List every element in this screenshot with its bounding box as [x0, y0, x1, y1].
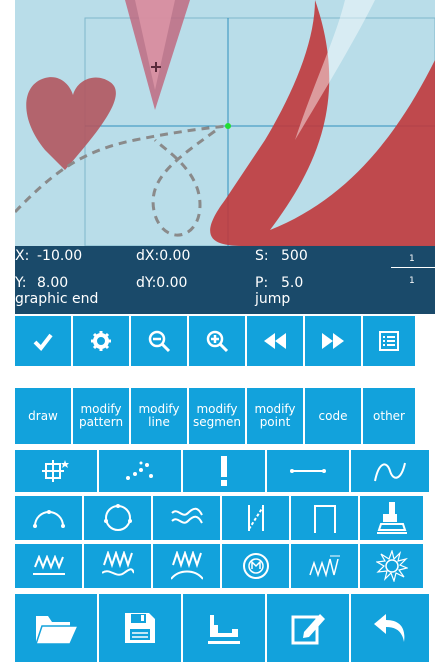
x-value: -10.00 — [37, 248, 83, 264]
forward-button[interactable] — [305, 316, 361, 366]
action-row — [15, 594, 429, 662]
polyline-dots-icon — [126, 461, 153, 480]
circle-icon — [103, 504, 132, 531]
list-icon — [379, 331, 399, 351]
zigzag-arc-button[interactable] — [153, 544, 220, 588]
alert-tool-button[interactable] — [183, 450, 265, 492]
code-button[interactable]: code — [305, 388, 361, 444]
draw-button[interactable]: draw — [15, 388, 71, 444]
s-value: 500 — [281, 248, 308, 264]
point-tool-button[interactable] — [15, 450, 97, 492]
circle-m-icon — [242, 553, 269, 579]
dy-readout: dY:0.00 — [136, 275, 188, 291]
y-value: 8.00 — [37, 275, 69, 291]
other-button[interactable]: other — [363, 388, 415, 444]
curve-tool-button[interactable] — [351, 450, 429, 492]
p-label: P: — [255, 275, 269, 291]
zoom-out-icon — [148, 330, 171, 353]
sewing-machine-button[interactable] — [183, 594, 265, 662]
fast-forward-icon — [322, 333, 344, 349]
rectangle-tool-button[interactable] — [291, 496, 358, 540]
stitch-mode: jump — [255, 291, 291, 307]
rewind-icon — [264, 333, 286, 349]
modify-point-button[interactable]: modify point — [247, 388, 303, 444]
menu-row: draw modify pattern modify line modify s… — [15, 388, 415, 444]
zoom-in-icon — [206, 330, 229, 353]
modify-pattern-button[interactable]: modify pattern — [73, 388, 129, 444]
presser-foot-icon — [376, 502, 407, 534]
modify-segment-label-2: segmen — [193, 415, 241, 429]
confirm-button[interactable] — [15, 316, 71, 366]
list-button[interactable] — [363, 316, 415, 366]
toolbar-row — [15, 316, 415, 366]
other-label: other — [373, 408, 405, 423]
diagonal-line-icon — [247, 505, 264, 531]
undo-arrow-icon — [374, 614, 405, 642]
x-label: X: — [15, 248, 30, 264]
back-button[interactable] — [351, 594, 429, 662]
ratio-top: 1 — [409, 254, 415, 264]
gear-icon — [91, 331, 111, 351]
modify-pattern-label-2: pattern — [78, 415, 124, 429]
wave-tool-button[interactable] — [153, 496, 220, 540]
left-margin — [0, 314, 14, 666]
modify-segment-button[interactable]: modify segmen — [189, 388, 245, 444]
target-point-icon — [42, 460, 69, 482]
draw-label: draw — [28, 408, 58, 423]
rewind-button[interactable] — [247, 316, 303, 366]
zoom-out-button[interactable] — [131, 316, 187, 366]
circle-stitch-button[interactable] — [222, 544, 289, 588]
modify-line-label-2: line — [148, 415, 170, 429]
p-value: 5.0 — [281, 275, 304, 291]
multi-stitch-button[interactable] — [291, 544, 358, 588]
edit-pencil-icon — [291, 614, 325, 645]
settings-button[interactable] — [73, 316, 129, 366]
parallel-tool-button[interactable] — [222, 496, 289, 540]
zigzag-straight-button[interactable] — [15, 544, 82, 588]
straight-line-icon — [290, 469, 326, 473]
double-wave-icon — [170, 507, 203, 524]
tools-row-1 — [15, 450, 429, 492]
zigzag-arc-icon — [170, 551, 203, 580]
arc-tool-button[interactable] — [15, 496, 82, 540]
curve-icon — [374, 462, 406, 482]
multi-zigzag-icon — [308, 555, 340, 578]
open-rectangle-icon — [313, 505, 336, 533]
edit-button[interactable] — [267, 594, 349, 662]
tools-row-3 — [15, 544, 423, 588]
zigzag-wave-icon — [101, 551, 134, 576]
folder-icon — [34, 616, 78, 645]
status-panel: X: -10.00 dX:0.00 S: 500 1 Y: 8.00 dY:0.… — [15, 246, 435, 314]
starburst-icon — [375, 550, 408, 582]
exclamation-icon — [221, 456, 227, 486]
sewing-machine-icon — [208, 615, 240, 644]
open-folder-button[interactable] — [15, 594, 97, 662]
modify-point-label-2: point — [259, 415, 291, 429]
y-label: Y: — [15, 275, 27, 291]
circle-tool-button[interactable] — [84, 496, 151, 540]
starburst-button[interactable] — [360, 544, 423, 588]
ratio-bottom: 1 — [409, 276, 415, 286]
pattern-canvas[interactable] — [15, 0, 435, 246]
s-label: S: — [255, 248, 269, 264]
save-button[interactable] — [99, 594, 181, 662]
code-label: code — [318, 408, 348, 423]
tools-row-2 — [15, 496, 423, 540]
zoom-in-button[interactable] — [189, 316, 245, 366]
ratio-divider — [391, 267, 435, 268]
arc-icon — [32, 510, 65, 528]
floppy-disk-icon — [125, 613, 155, 643]
dx-readout: dX:0.00 — [136, 248, 191, 264]
zigzag-wave-button[interactable] — [84, 544, 151, 588]
line-tool-button[interactable] — [267, 450, 349, 492]
presser-tool-button[interactable] — [360, 496, 423, 540]
zigzag-straight-icon — [32, 555, 65, 575]
modify-line-button[interactable]: modify line — [131, 388, 187, 444]
polyline-tool-button[interactable] — [99, 450, 181, 492]
status-message: graphic end — [15, 291, 99, 307]
check-icon — [33, 333, 53, 352]
